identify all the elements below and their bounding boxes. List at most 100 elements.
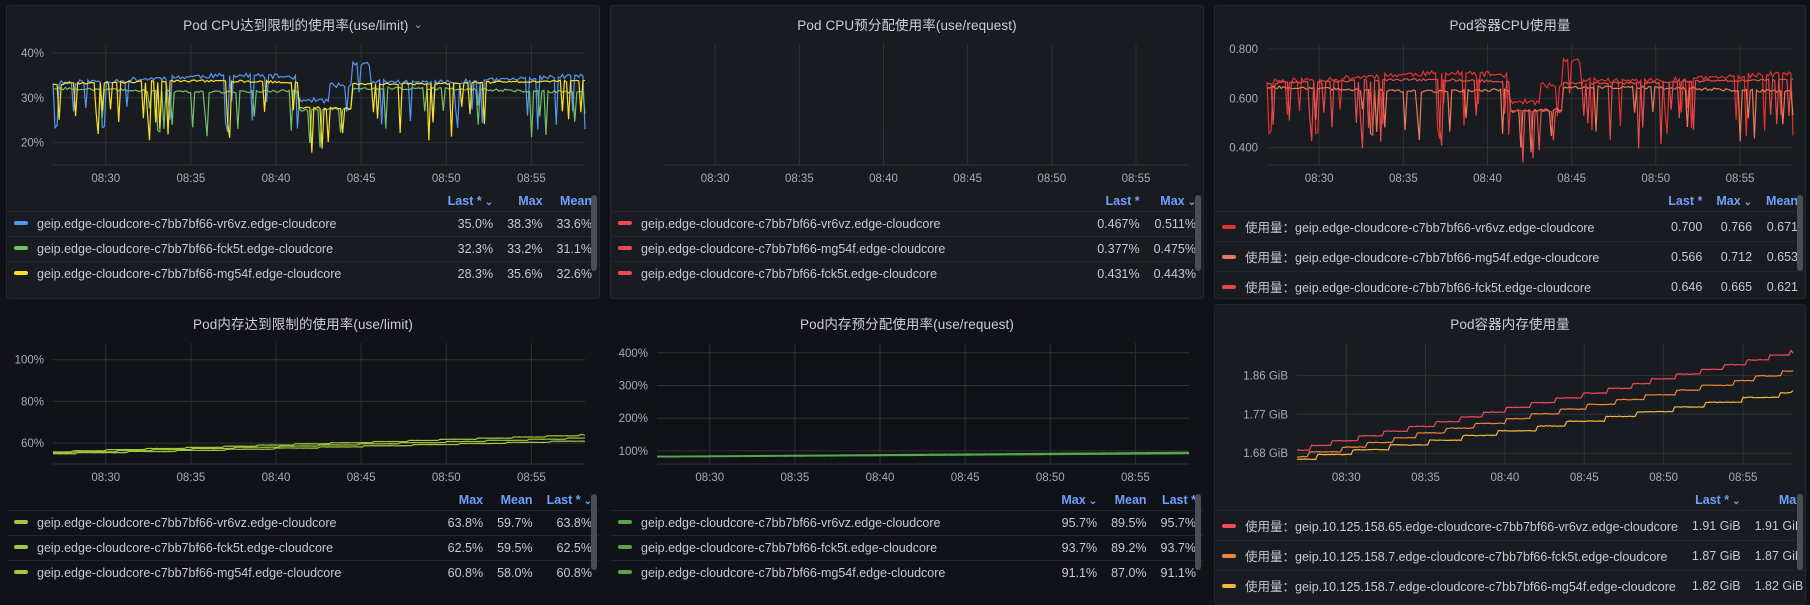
series-color-swatch-icon[interactable] [14, 545, 28, 549]
legend-row[interactable]: geip.edge-cloudcore-c7bb7bf66-vr6vz.edge… [7, 510, 599, 536]
series-color-swatch-icon[interactable] [14, 221, 28, 225]
legend-scrollbar[interactable] [1195, 195, 1201, 271]
legend-scrollbar[interactable] [591, 494, 597, 570]
series-color-swatch-icon[interactable] [14, 520, 28, 524]
legend-value-max: 35.6% [500, 261, 550, 286]
panel-pod-cpu-limit-usage[interactable]: Pod CPU达到限制的使用率(use/limit) ⌄ 20% 30% 40% 08:3… [6, 5, 600, 299]
x-axis-tick: 08:55 [1121, 472, 1150, 484]
legend-series-name[interactable]: geip.edge-cloudcore-c7bb7bf66-vr6vz.edge… [611, 211, 1091, 237]
legend-series-name[interactable]: 使用量：geip.edge-cloudcore-c7bb7bf66-vr6vz.… [1215, 211, 1662, 242]
series-color-swatch-icon[interactable] [618, 520, 632, 524]
series-color-swatch-icon[interactable] [14, 570, 28, 574]
legend-series-name[interactable]: geip.edge-cloudcore-c7bb7bf66-fck5t.edge… [7, 535, 441, 561]
legend-row[interactable]: 使用量：geip.edge-cloudcore-c7bb7bf66-fck5t.… [1215, 271, 1805, 298]
legend-series-name[interactable]: geip.edge-cloudcore-c7bb7bf66-mg54f.edge… [611, 236, 1091, 262]
legend-series-name[interactable]: geip.edge-cloudcore-c7bb7bf66-vr6vz.edge… [611, 510, 1055, 536]
legend-row[interactable]: 使用量：geip.edge-cloudcore-c7bb7bf66-mg54f.… [1215, 241, 1805, 272]
legend-row[interactable]: geip.edge-cloudcore-c7bb7bf66-fck5t.edge… [7, 236, 599, 262]
legend-row[interactable]: geip.edge-cloudcore-c7bb7bf66-vr6vz.edge… [611, 510, 1203, 536]
series-color-swatch-icon[interactable] [14, 246, 28, 250]
legend-row[interactable]: 使用量：geip.edge-cloudcore-c7bb7bf66-vr6vz.… [1215, 211, 1805, 242]
x-axis-tick: 08:30 [91, 472, 120, 484]
series-color-swatch-icon[interactable] [618, 545, 632, 549]
legend-series-name[interactable]: 使用量：geip.10.125.158.7.edge-cloudcore-c7b… [1215, 540, 1685, 571]
series-color-swatch-icon[interactable] [618, 221, 632, 225]
series-color-swatch-icon[interactable] [618, 246, 632, 250]
x-axis-tick: 08:40 [1491, 472, 1520, 484]
panel-pod-container-cpu-usage[interactable]: Pod容器CPU使用量 0.400 0.600 0.800 08:30 08:35 08:4… [1214, 5, 1806, 299]
panel-title[interactable]: Pod CPU预分配使用率(use/request) [611, 6, 1203, 36]
legend-column-header-max[interactable]: Max ⌄ [1054, 492, 1104, 511]
legend-column-header-max[interactable]: Max ⌄ [1709, 193, 1759, 212]
legend-column-header-last[interactable]: Last * ⌄ [441, 193, 500, 212]
legend-scrollbar[interactable] [591, 195, 597, 271]
series-color-swatch-icon[interactable] [1222, 554, 1236, 558]
legend-scrollbar[interactable] [1797, 195, 1803, 271]
panel-title[interactable]: Pod内存达到限制的使用率(use/limit) [7, 305, 599, 335]
legend-column-header-max[interactable]: Max [441, 492, 490, 511]
legend-row[interactable]: geip.edge-cloudcore-c7bb7bf66-fck5t.edge… [611, 535, 1203, 561]
legend-row[interactable]: geip.edge-cloudcore-c7bb7bf66-mg54f.edge… [7, 560, 599, 585]
legend-column-header-last[interactable]: Last * ⌄ [1685, 492, 1748, 511]
series-color-swatch-icon[interactable] [1222, 524, 1236, 528]
y-axis-tick: 200% [619, 413, 648, 425]
panel-title[interactable]: Pod容器内存使用量 [1215, 305, 1805, 335]
series-color-swatch-icon[interactable] [1222, 225, 1236, 229]
legend-series-name[interactable]: geip.edge-cloudcore-c7bb7bf66-mg54f.edge… [611, 560, 1055, 585]
legend-value-last: 1.91 GiB [1684, 510, 1748, 541]
legend-column-header-last[interactable]: Last * [1090, 193, 1146, 212]
legend-series-name[interactable]: geip.edge-cloudcore-c7bb7bf66-fck5t.edge… [611, 535, 1055, 561]
legend-row[interactable]: geip.edge-cloudcore-c7bb7bf66-vr6vz.edge… [7, 211, 599, 237]
legend-series-name[interactable]: geip.edge-cloudcore-c7bb7bf66-fck5t.edge… [7, 236, 441, 262]
legend-series-name[interactable]: geip.edge-cloudcore-c7bb7bf66-mg54f.edge… [7, 560, 441, 585]
legend-scrollbar[interactable] [1797, 494, 1803, 570]
legend-row[interactable]: geip.edge-cloudcore-c7bb7bf66-mg54f.edge… [611, 236, 1203, 262]
legend-series-column-header [611, 492, 1054, 511]
x-axis-tick: 08:40 [262, 472, 291, 484]
legend-column-header-mean[interactable]: Mean [1104, 492, 1153, 511]
legend-row[interactable]: geip.edge-cloudcore-c7bb7bf66-vr6vz.edge… [611, 211, 1203, 237]
chevron-down-icon[interactable]: ⌄ [414, 18, 423, 31]
legend-row[interactable]: geip.edge-cloudcore-c7bb7bf66-mg54f.edge… [7, 261, 599, 286]
legend-column-header-mean[interactable]: Mean [490, 492, 539, 511]
legend-row[interactable]: geip.edge-cloudcore-c7bb7bf66-fck5t.edge… [7, 535, 599, 561]
legend-value-last: 0.377% [1090, 236, 1147, 262]
chart[interactable]: 08:30 08:35 08:40 08:45 08:50 08:55 [611, 36, 1203, 191]
legend-scrollbar[interactable] [1195, 494, 1201, 570]
legend-column-header-max[interactable]: Max [500, 193, 549, 212]
series-color-swatch-icon[interactable] [618, 271, 632, 275]
series-color-swatch-icon[interactable] [14, 271, 28, 275]
series-color-swatch-icon[interactable] [1222, 255, 1236, 259]
chart[interactable]: 0.400 0.600 0.800 08:30 08:35 08:40 08:45 08:50… [1215, 36, 1805, 191]
panel-pod-cpu-request-usage[interactable]: Pod CPU预分配使用率(use/request) 08:30 08:35 08:4… [610, 5, 1204, 299]
chart[interactable]: 60% 80% 100% 08:30 08:35 08:40 08:45 08:50 08:55 [7, 335, 599, 490]
panel-pod-mem-limit-usage[interactable]: Pod内存达到限制的使用率(use/limit) 60% 80% 100% 08:30 0… [6, 304, 600, 605]
legend-series-name[interactable]: geip.edge-cloudcore-c7bb7bf66-vr6vz.edge… [7, 211, 441, 237]
legend-series-name[interactable]: geip.edge-cloudcore-c7bb7bf66-vr6vz.edge… [7, 510, 441, 536]
legend-series-name[interactable]: geip.edge-cloudcore-c7bb7bf66-mg54f.edge… [7, 261, 441, 286]
legend-column-header-last[interactable]: Last * [1661, 193, 1709, 212]
series-color-swatch-icon[interactable] [618, 570, 632, 574]
legend-row[interactable]: 使用量：geip.10.125.158.65.edge-cloudcore-c7… [1215, 510, 1805, 541]
chart[interactable]: 20% 30% 40% 08:30 08:35 08:40 08:45 08:50 08:55 [7, 36, 599, 191]
panel-title[interactable]: Pod容器CPU使用量 [1215, 6, 1805, 36]
panel-pod-mem-request-usage[interactable]: Pod内存预分配使用率(use/request) 100% 200% 300% 400%… [610, 304, 1204, 605]
chart[interactable]: 1.68 GiB 1.77 GiB 1.86 GiB 08:30 08:35 08:40 0… [1215, 335, 1805, 490]
series-color-swatch-icon[interactable] [1222, 285, 1236, 289]
panel-title[interactable]: Pod内存预分配使用率(use/request) [611, 305, 1203, 335]
legend-row[interactable]: geip.edge-cloudcore-c7bb7bf66-mg54f.edge… [611, 560, 1203, 585]
legend-series-name[interactable]: geip.edge-cloudcore-c7bb7bf66-fck5t.edge… [611, 261, 1091, 286]
y-axis-tick: 20% [21, 138, 44, 150]
panel-title[interactable]: Pod CPU达到限制的使用率(use/limit) ⌄ [7, 6, 599, 36]
legend-series-name[interactable]: 使用量：geip.edge-cloudcore-c7bb7bf66-fck5t.… [1215, 271, 1662, 298]
legend-row[interactable]: geip.edge-cloudcore-c7bb7bf66-fck5t.edge… [611, 261, 1203, 286]
chart[interactable]: 100% 200% 300% 400% 08:30 08:35 08:40 08:45 08:5… [611, 335, 1203, 490]
panel-pod-container-mem-usage[interactable]: Pod容器内存使用量 1.68 GiB 1.77 GiB 1.86 GiB 08:30 0… [1214, 304, 1806, 605]
legend-series-name[interactable]: 使用量：geip.10.125.158.7.edge-cloudcore-c7b… [1215, 570, 1685, 600]
legend-series-label: geip.edge-cloudcore-c7bb7bf66-mg54f.edge… [37, 566, 342, 580]
legend-series-name[interactable]: 使用量：geip.10.125.158.65.edge-cloudcore-c7… [1215, 510, 1685, 541]
legend-series-name[interactable]: 使用量：geip.edge-cloudcore-c7bb7bf66-mg54f.… [1215, 241, 1662, 272]
legend-row[interactable]: 使用量：geip.10.125.158.7.edge-cloudcore-c7b… [1215, 540, 1805, 571]
series-color-swatch-icon[interactable] [1222, 584, 1236, 588]
legend-row[interactable]: 使用量：geip.10.125.158.7.edge-cloudcore-c7b… [1215, 570, 1805, 600]
